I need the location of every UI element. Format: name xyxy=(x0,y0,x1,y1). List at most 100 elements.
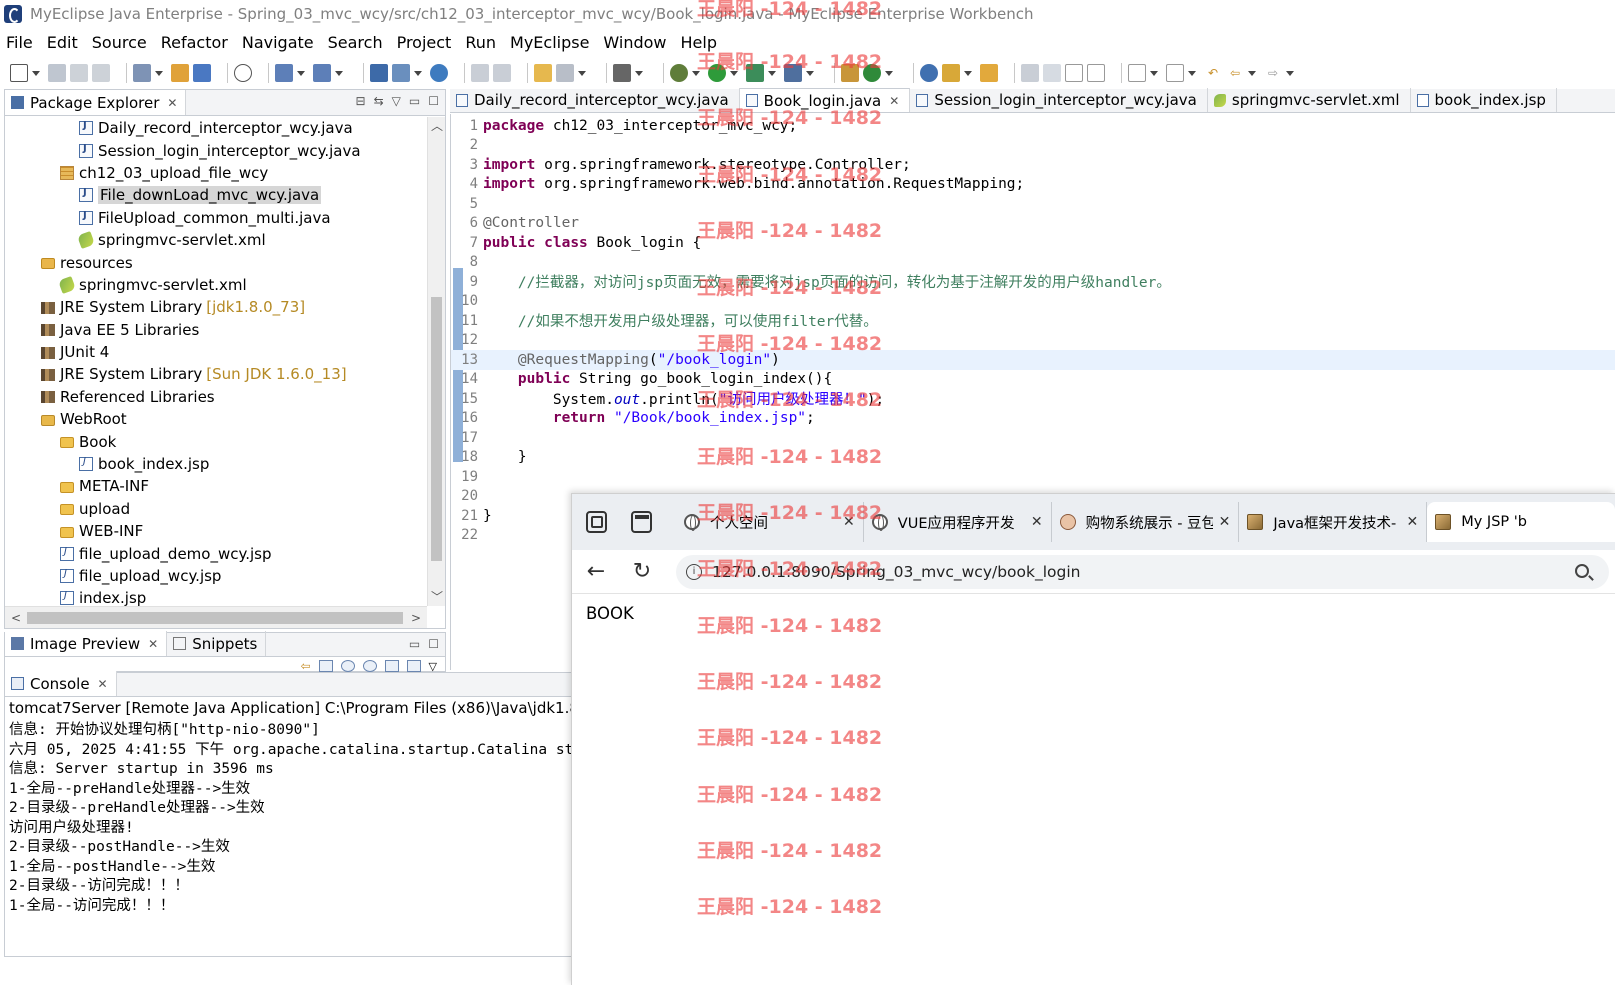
info-icon[interactable]: i xyxy=(686,563,702,580)
vertical-tabs-icon[interactable] xyxy=(630,511,652,533)
menu-help[interactable]: Help xyxy=(681,33,717,52)
deploy-icon[interactable] xyxy=(193,64,211,82)
new-icon[interactable] xyxy=(10,64,28,82)
workspaces-icon[interactable] xyxy=(586,511,607,533)
new-dropdown-icon[interactable] xyxy=(32,70,40,76)
view-menu-icon[interactable]: ▽ xyxy=(429,660,437,673)
external-tools-icon[interactable] xyxy=(784,64,802,82)
run-config-icon[interactable] xyxy=(392,64,410,82)
search-dropdown-icon[interactable] xyxy=(964,70,972,76)
minimize-icon[interactable]: ▭ xyxy=(409,637,420,651)
code-line[interactable]: 8 xyxy=(451,253,1615,273)
launch-icon[interactable] xyxy=(370,64,388,82)
editor-tab[interactable]: Daily_record_interceptor_wcy.java xyxy=(450,88,740,112)
new-web-project-dropdown-icon[interactable] xyxy=(155,70,163,76)
menu-project[interactable]: Project xyxy=(397,33,452,52)
browser-tab[interactable]: VUE应用程序开发 ✕ xyxy=(864,502,1052,542)
new-package-icon[interactable] xyxy=(841,64,859,82)
forward-dropdown-icon[interactable] xyxy=(1286,70,1294,76)
menu-file[interactable]: File xyxy=(6,33,33,52)
code-line[interactable]: 14 public String go_book_login_index(){ xyxy=(451,370,1615,390)
external-tools-dropdown-icon[interactable] xyxy=(806,70,814,76)
next-annotation-dropdown-icon[interactable] xyxy=(1150,70,1158,76)
new-web-project-icon[interactable] xyxy=(133,64,151,82)
open-type-icon[interactable] xyxy=(171,64,189,82)
minimize-icon[interactable]: ▭ xyxy=(409,94,420,108)
next-annotation-icon[interactable] xyxy=(1128,64,1146,82)
back-arrow-icon[interactable]: ← xyxy=(584,559,608,584)
new-java-class-dropdown-icon[interactable] xyxy=(885,70,893,76)
pen-icon[interactable] xyxy=(1043,64,1061,82)
new-class-icon[interactable] xyxy=(534,64,552,82)
collapse-all-icon[interactable]: ⊟ xyxy=(356,94,366,108)
tree-item[interactable]: resources xyxy=(5,251,427,273)
menu-myeclipse[interactable]: MyEclipse xyxy=(510,33,589,52)
tree-item[interactable]: book_index.jsp xyxy=(5,453,427,475)
annotation-icon[interactable] xyxy=(1021,64,1039,82)
menu-edit[interactable]: Edit xyxy=(47,33,78,52)
tree-item[interactable]: springmvc-servlet.xml xyxy=(5,274,427,296)
tab-snippets[interactable]: Snippets xyxy=(167,631,267,656)
close-icon[interactable]: ✕ xyxy=(889,94,899,108)
close-icon[interactable]: ✕ xyxy=(1406,514,1418,530)
console-output[interactable]: 信息: 开始协议处理句柄["http-nio-8090"] 六月 05, 2025… xyxy=(9,721,575,916)
address-bar[interactable]: i 127.0.0.1:8090/Spring_03_mvc_wcy/book_… xyxy=(676,554,1609,589)
tree-item[interactable]: File_downLoad_mvc_wcy.java xyxy=(5,184,427,206)
code-line[interactable]: 2 xyxy=(451,136,1615,156)
scroll-up-icon[interactable]: ︿ xyxy=(428,117,446,135)
browser-tab[interactable]: 购物系统展示 - 豆包 ✕ xyxy=(1052,502,1240,542)
close-icon[interactable]: ✕ xyxy=(98,677,108,691)
browser-tab[interactable]: 个人空间 ✕ xyxy=(676,502,864,542)
tree-item[interactable]: springmvc-servlet.xml xyxy=(5,229,427,251)
tree-item[interactable]: WebRoot xyxy=(5,408,427,430)
server-icon[interactable] xyxy=(234,64,252,82)
edit-tools-icon[interactable] xyxy=(275,64,293,82)
back-icon[interactable]: ⇦ xyxy=(1226,64,1244,82)
zoom-out-icon[interactable] xyxy=(340,660,355,672)
save-all-icon[interactable] xyxy=(70,64,88,82)
monitor-icon[interactable] xyxy=(613,64,631,82)
menu-window[interactable]: Window xyxy=(603,33,666,52)
code-line[interactable]: 11 //如果不想开发用户级处理器，可以使用filter代替。 xyxy=(451,311,1615,331)
build-icon[interactable] xyxy=(556,64,574,82)
prev-annotation-dropdown-icon[interactable] xyxy=(1188,70,1196,76)
browser-tab[interactable]: Java框架开发技术- ✕ xyxy=(1239,502,1428,542)
coverage-icon[interactable] xyxy=(746,64,764,82)
editor-tab[interactable]: book_index.jsp xyxy=(1411,88,1557,112)
code-line[interactable]: 3 import org.springframework.stereotype.C… xyxy=(451,155,1615,175)
scroll-left-icon[interactable]: < xyxy=(7,607,25,629)
menu-refactor[interactable]: Refactor xyxy=(161,33,228,52)
code-line[interactable]: 12 xyxy=(451,331,1615,351)
close-icon[interactable]: ✕ xyxy=(148,637,158,651)
tree-item[interactable]: Java EE 5 Libraries xyxy=(5,319,427,341)
code-line[interactable]: 18 } xyxy=(451,448,1615,468)
browser-tab[interactable]: My JSP 'b xyxy=(1427,502,1615,542)
close-icon[interactable]: ✕ xyxy=(167,96,177,110)
build-dropdown-icon[interactable] xyxy=(578,70,586,76)
globe-icon[interactable] xyxy=(430,64,448,82)
original-size-icon[interactable] xyxy=(384,660,399,672)
code-line[interactable]: 17 xyxy=(451,428,1615,448)
close-icon[interactable]: ✕ xyxy=(1031,514,1043,530)
menu-run[interactable]: Run xyxy=(465,33,496,52)
scrollbar-thumb[interactable] xyxy=(27,612,403,624)
tree-item[interactable]: file_upload_wcy.jsp xyxy=(5,565,427,587)
code-line[interactable]: 6 @Controller xyxy=(451,214,1615,234)
scrollbar-thumb[interactable] xyxy=(431,297,442,561)
horizontal-scrollbar[interactable]: < > xyxy=(5,606,427,628)
tree-item[interactable]: Referenced Libraries xyxy=(5,386,427,408)
tree-item[interactable]: FileUpload_common_multi.java xyxy=(5,207,427,229)
fit-icon[interactable] xyxy=(318,660,333,672)
open-task-icon[interactable] xyxy=(920,64,938,82)
open-folder-icon[interactable] xyxy=(980,64,998,82)
back-icon[interactable]: ⇦ xyxy=(300,659,310,673)
view-menu-icon[interactable]: ▽ xyxy=(392,94,401,108)
search-tools-icon[interactable] xyxy=(313,64,331,82)
code-line[interactable]: 10 xyxy=(451,292,1615,312)
package-tree[interactable]: Daily_record_interceptor_wcy.java Session… xyxy=(5,117,427,606)
tree-item[interactable]: JRE System Library [Sun JDK 1.6.0_13] xyxy=(5,363,427,385)
block-select-icon[interactable] xyxy=(1065,64,1083,82)
url-text[interactable]: 127.0.0.1:8090/Spring_03_mvc_wcy/book_lo… xyxy=(712,563,1081,581)
code-line[interactable]: 1 package ch12_03_interceptor_mvc_wcy; xyxy=(451,116,1615,136)
code-line[interactable]: 5 xyxy=(451,194,1615,214)
